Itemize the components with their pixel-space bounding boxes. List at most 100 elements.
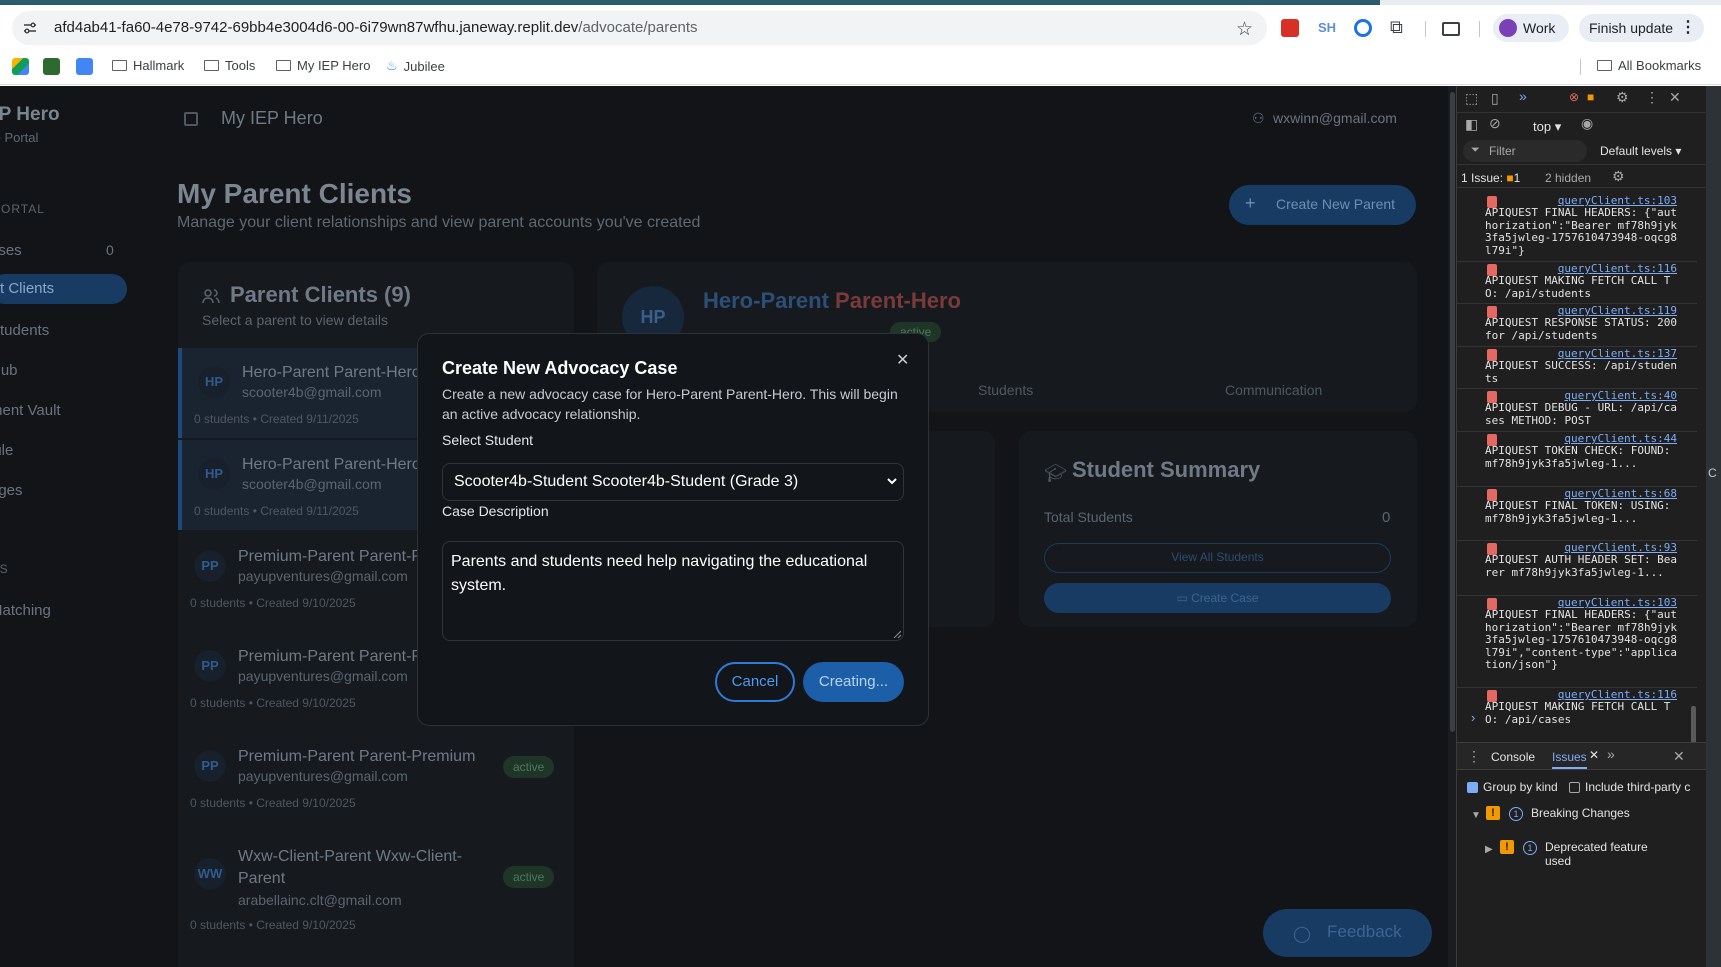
warning-icon: ! bbox=[1500, 840, 1514, 854]
more-drawer-tabs-icon[interactable]: » bbox=[1607, 746, 1615, 762]
bookmark-k-icon[interactable] bbox=[43, 58, 60, 75]
log-levels-dropdown[interactable]: Default levels ▾ bbox=[1600, 144, 1681, 158]
client-card[interactable]: WW Wxw-Client-Parent Wxw-Client-Parent a… bbox=[178, 832, 574, 942]
sidebar-item-students[interactable]: Students bbox=[0, 322, 49, 339]
extension-circle-icon[interactable] bbox=[1354, 19, 1372, 37]
page-scrollbar[interactable] bbox=[1450, 92, 1455, 732]
sidebar-item-schedule[interactable]: lule bbox=[0, 442, 13, 459]
device-toolbar-icon[interactable]: ▯ bbox=[1491, 90, 1499, 107]
chat-bubble-icon: ◯ bbox=[1293, 926, 1311, 943]
expand-caret-icon[interactable]: ▼ bbox=[1471, 810, 1481, 821]
view-all-students-button[interactable]: View All Students bbox=[1044, 543, 1391, 573]
log-entry: queryClient.ts:103 APIQUEST FINAL HEADERS… bbox=[1457, 194, 1697, 262]
eye-icon[interactable]: ◉ bbox=[1581, 115, 1593, 132]
bookmark-rainbow-icon[interactable] bbox=[12, 58, 29, 75]
settings-gear-icon[interactable]: ⚙ bbox=[1616, 89, 1629, 106]
bookmark-label: Hallmark bbox=[133, 58, 185, 73]
sidebar-item-hub[interactable]: Hub bbox=[0, 362, 18, 379]
issues-label: 1 Issue: bbox=[1461, 171, 1504, 185]
case-description-textarea[interactable]: Parents and students need help navigatin… bbox=[442, 541, 904, 641]
toolbar-divider bbox=[1479, 21, 1480, 37]
tab-search-icon[interactable] bbox=[1442, 22, 1460, 36]
create-new-parent-label: Create New Parent bbox=[1276, 196, 1396, 212]
extensions-puzzle-icon[interactable]: ⧉ bbox=[1390, 17, 1403, 37]
log-entry: queryClient.ts:68 APIQUEST FINAL TOKEN: U… bbox=[1457, 487, 1697, 541]
dialog-description: Create a new advocacy case for Hero-Pare… bbox=[442, 386, 898, 422]
drawer-tab-issues[interactable]: Issues bbox=[1552, 750, 1587, 769]
close-tab-icon[interactable]: ✕ bbox=[1589, 748, 1599, 762]
client-card[interactable]: PP Premium-Parent Parent-Premium payupve… bbox=[178, 732, 574, 822]
header-user-email[interactable]: wxwinn@gmail.com bbox=[1273, 110, 1397, 126]
total-students-label: Total Students bbox=[1044, 509, 1133, 525]
bookmark-folder-my-iep-hero[interactable]: My IEP Hero bbox=[276, 58, 370, 73]
close-icon[interactable]: ✕ bbox=[896, 350, 909, 370]
client-avatar: PP bbox=[194, 750, 226, 782]
sidebar-item-messages[interactable]: ages bbox=[0, 482, 23, 499]
bookmark-jubilee[interactable]: ♨ Jubilee bbox=[386, 58, 445, 74]
sidebar-section-portal: PORTAL bbox=[0, 202, 45, 216]
folder-icon bbox=[276, 60, 291, 71]
create-new-parent-button[interactable]: + Create New Parent bbox=[1229, 185, 1416, 225]
more-tabs-icon[interactable]: » bbox=[1519, 88, 1527, 104]
resize-handle-icon[interactable] bbox=[893, 630, 901, 638]
hidden-count: 2 hidden bbox=[1545, 171, 1592, 185]
error-count-icon[interactable]: ⊗ bbox=[1569, 90, 1579, 104]
cancel-button[interactable]: Cancel bbox=[715, 662, 795, 702]
address-bar[interactable]: afd4ab41-fa60-4e78-9742-69bb4e3004d6-00-… bbox=[12, 11, 1267, 45]
more-vert-icon[interactable]: ⋮ bbox=[1645, 89, 1659, 106]
close-drawer-icon[interactable]: ✕ bbox=[1673, 748, 1685, 765]
profile-label: Work bbox=[1523, 20, 1556, 36]
sidebar-item-parent-clients[interactable]: t Clients bbox=[0, 274, 127, 304]
bookmark-folder-hallmark[interactable]: Hallmark bbox=[112, 58, 184, 73]
console-prompt-icon[interactable]: › bbox=[1471, 710, 1475, 725]
site-info-icon[interactable] bbox=[22, 20, 38, 36]
log-entry: queryClient.ts:40 APIQUEST DEBUG - URL: /… bbox=[1457, 389, 1697, 432]
collapse-caret-icon[interactable]: ▶ bbox=[1485, 844, 1493, 855]
student-select[interactable]: Scooter4b-Student Scooter4b-Student (Gra… bbox=[442, 463, 904, 501]
deprecated-feature-issue[interactable]: Deprecated feature used bbox=[1545, 840, 1655, 868]
breaking-changes-group[interactable]: Breaking Changes bbox=[1531, 806, 1630, 820]
bookmark-docs-icon[interactable] bbox=[76, 58, 93, 75]
feedback-button[interactable]: ◯ Feedback bbox=[1263, 909, 1432, 957]
create-case-submit-button[interactable]: Creating... bbox=[803, 662, 904, 702]
jubilee-icon: ♨ bbox=[386, 58, 398, 73]
tab-students[interactable]: Students bbox=[978, 382, 1033, 398]
sidebar-item-matching[interactable]: Matching bbox=[0, 602, 51, 619]
sidebar-toggle-icon[interactable] bbox=[184, 112, 198, 126]
client-avatar: HP bbox=[198, 366, 230, 398]
inspect-element-icon[interactable]: ⬚ bbox=[1465, 90, 1478, 107]
console-settings-icon[interactable]: ⚙ bbox=[1612, 168, 1625, 185]
sidebar-item-document-vault[interactable]: ment Vault bbox=[0, 402, 61, 419]
warning-count-icon[interactable]: ■ bbox=[1587, 90, 1594, 104]
case-description-value: Parents and students need help navigatin… bbox=[451, 553, 868, 594]
all-bookmarks-button[interactable]: All Bookmarks bbox=[1597, 58, 1701, 73]
extension-red-icon[interactable] bbox=[1281, 19, 1299, 37]
total-students-value: 0 bbox=[1382, 509, 1391, 526]
console-scrollbar[interactable] bbox=[1691, 706, 1696, 746]
finish-update-button[interactable]: Finish update ⋮ bbox=[1579, 14, 1704, 42]
tab-communication[interactable]: Communication bbox=[1225, 382, 1322, 398]
case-description-label: Case Description bbox=[442, 503, 549, 519]
drawer-tab-console[interactable]: Console bbox=[1491, 750, 1535, 764]
group-by-kind-checkbox[interactable] bbox=[1467, 782, 1478, 793]
devtools-drawer-tabs: ⋮ Console Issues ✕ » ✕ bbox=[1457, 742, 1706, 770]
profile-button[interactable]: Work bbox=[1493, 14, 1569, 42]
sidebar-item-cases[interactable]: ases bbox=[0, 242, 22, 259]
bookmark-label: Tools bbox=[225, 58, 256, 73]
extension-sh-icon[interactable]: SH bbox=[1318, 20, 1336, 40]
drawer-menu-icon[interactable]: ⋮ bbox=[1467, 748, 1481, 765]
user-icon: ⚇ bbox=[1252, 110, 1265, 126]
include-third-party-checkbox[interactable] bbox=[1569, 782, 1580, 793]
clear-console-icon[interactable]: ⊘ bbox=[1489, 115, 1501, 132]
bookmark-folder-tools[interactable]: Tools bbox=[204, 58, 255, 73]
console-filter-input[interactable]: ⏷ Filter bbox=[1463, 140, 1587, 162]
close-devtools-icon[interactable]: ✕ bbox=[1669, 89, 1681, 106]
issues-summary[interactable]: 1 Issue: ■1 bbox=[1461, 171, 1520, 185]
sidebar-toggle-icon[interactable]: ◧ bbox=[1465, 116, 1478, 133]
client-meta: 0 students • Created 9/10/2025 bbox=[190, 596, 356, 610]
create-case-button[interactable]: ▭ Create Case bbox=[1044, 583, 1391, 613]
page-subtitle: Manage your client relationships and vie… bbox=[177, 214, 701, 231]
context-select[interactable]: top ▾ bbox=[1533, 119, 1561, 135]
bookmark-star-icon[interactable]: ☆ bbox=[1236, 18, 1253, 41]
console-toolbar: ◧ ⊘ top ▾ ◉ bbox=[1457, 112, 1706, 136]
